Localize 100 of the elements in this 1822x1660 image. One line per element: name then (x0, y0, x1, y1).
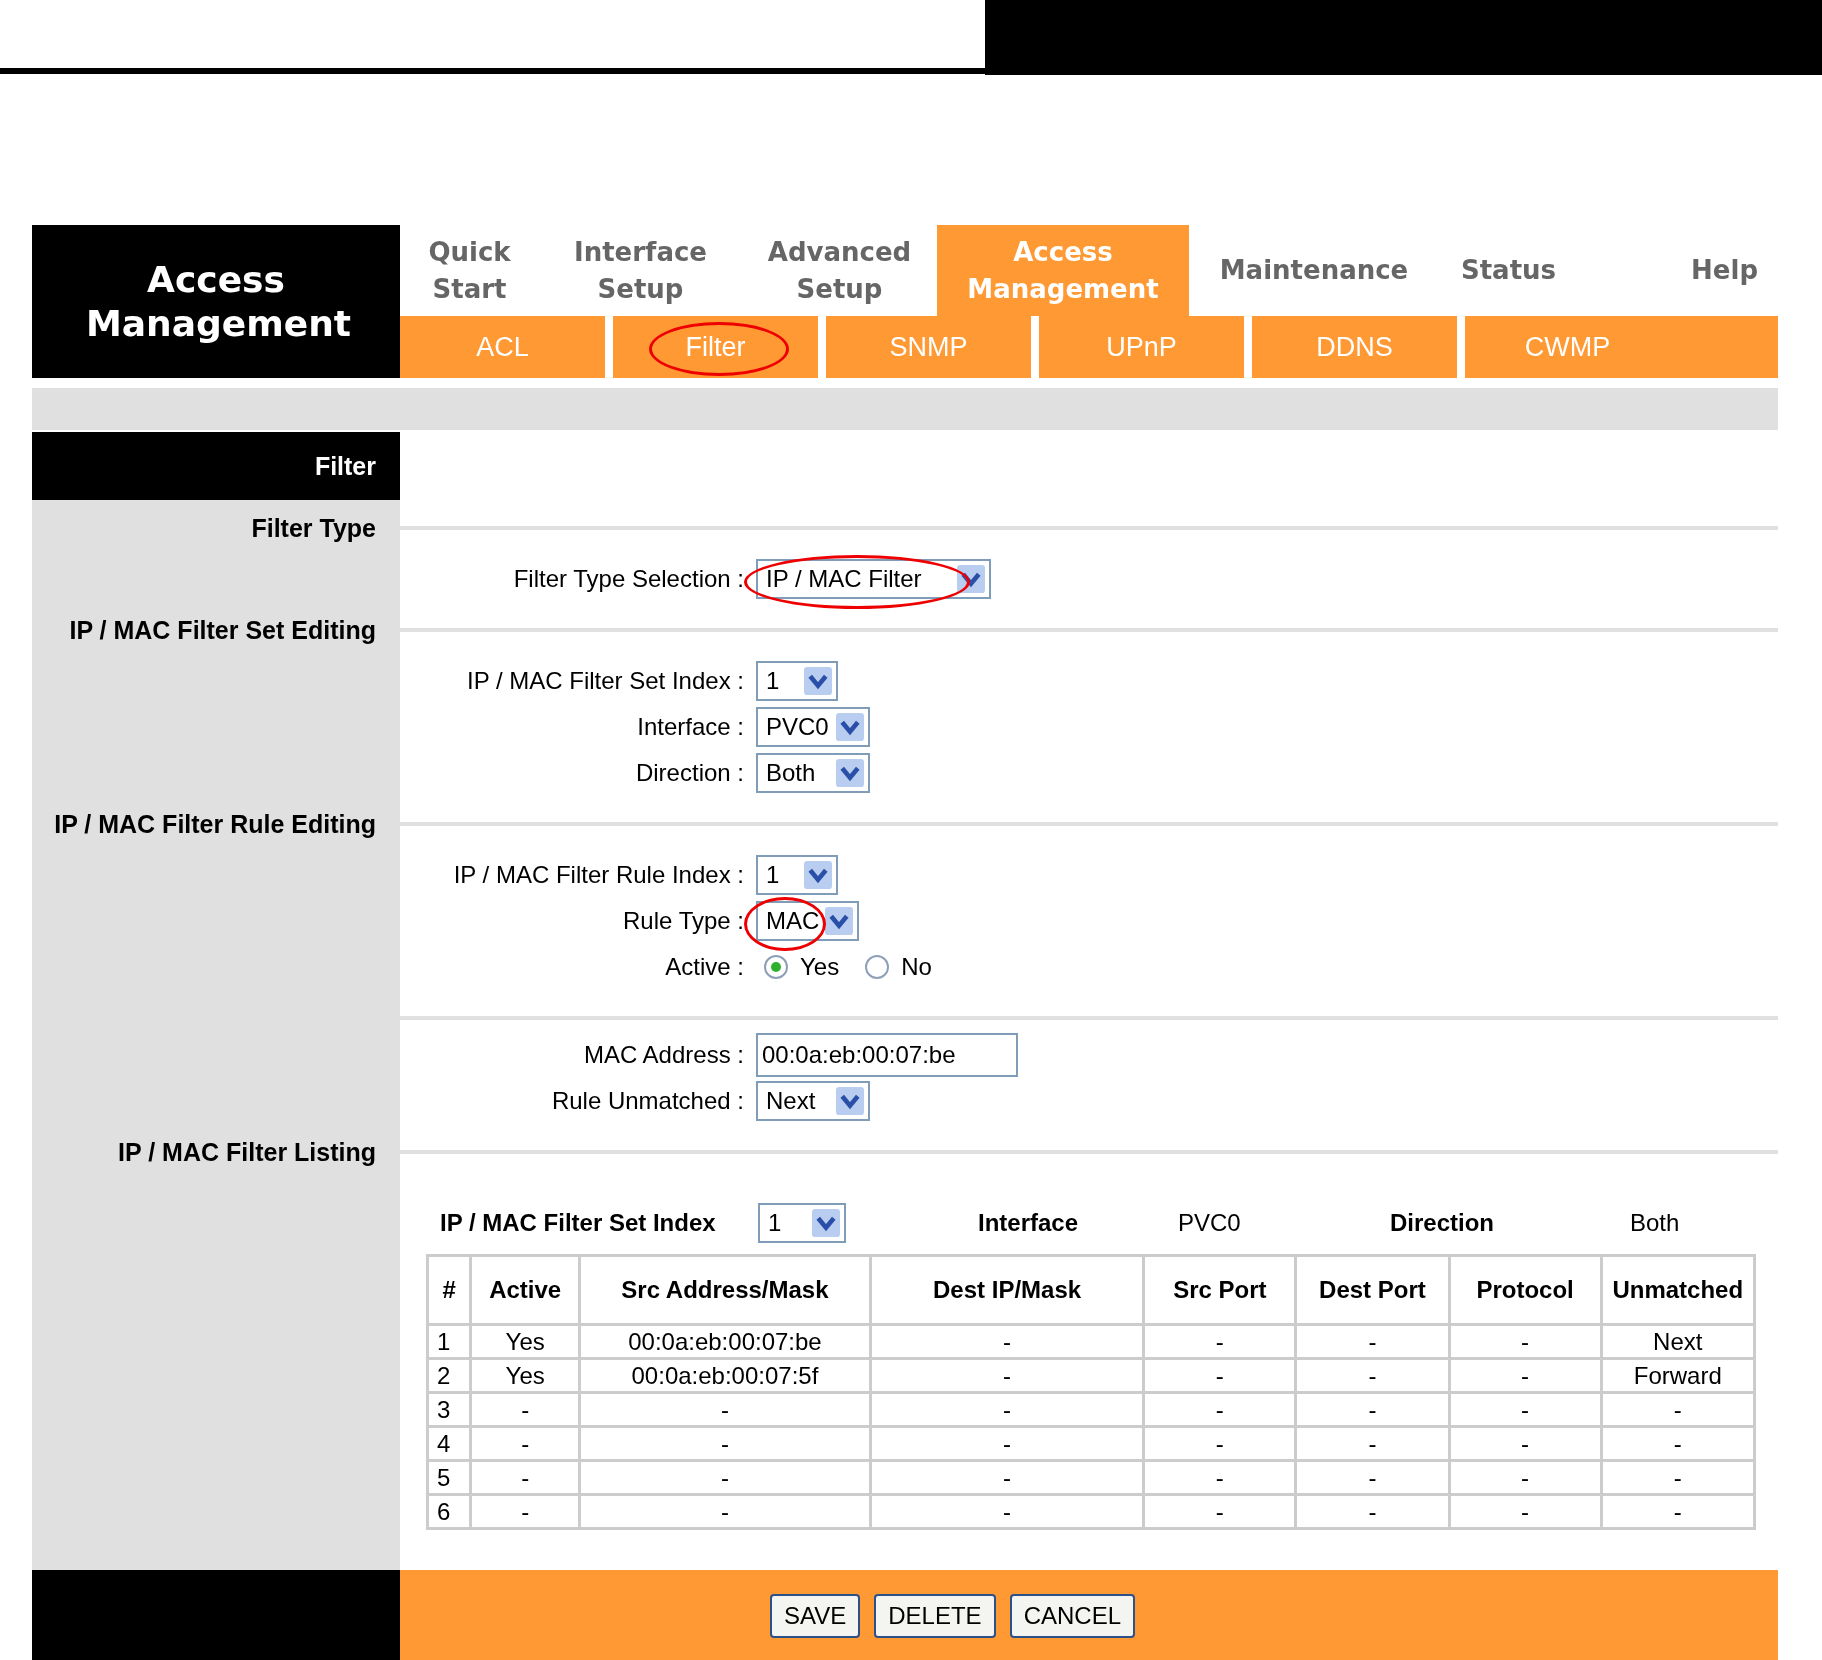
table-cell: 4 (427, 1426, 471, 1461)
dropdown[interactable]: 1 (758, 1203, 846, 1243)
table-cell: - (870, 1494, 1144, 1529)
nav-tab[interactable]: Help (1578, 225, 1778, 316)
chevron-down-icon (804, 861, 832, 889)
table-cell: - (579, 1460, 871, 1495)
table-cell: - (1449, 1392, 1602, 1427)
radio-button[interactable] (764, 955, 788, 979)
table-cell: - (1449, 1426, 1602, 1461)
table-cell: Forward (1601, 1358, 1755, 1393)
table-cell: - (1295, 1358, 1450, 1393)
table-cell: - (1295, 1392, 1450, 1427)
field-label: IP / MAC Filter Set Index : (466, 667, 745, 695)
table-cell: - (1295, 1426, 1450, 1461)
radio-label: No (901, 953, 932, 981)
field-label: MAC Address : (582, 1041, 745, 1069)
table-cell: - (1295, 1460, 1450, 1495)
column-header: # (427, 1255, 471, 1325)
column-header: Src Port (1143, 1255, 1296, 1325)
action-button[interactable]: CANCEL (1009, 1594, 1135, 1638)
action-button[interactable]: DELETE (874, 1594, 996, 1638)
table-cell: - (470, 1494, 580, 1529)
field-value: PVC0 (1178, 1209, 1242, 1237)
column-header: Unmatched (1601, 1255, 1755, 1325)
dropdown[interactable]: IP / MAC Filter (756, 559, 991, 599)
field-label: Direction : (634, 759, 745, 787)
dropdown[interactable]: Next (756, 1081, 870, 1121)
field-label: Interface : (636, 713, 745, 741)
chevron-down-icon (804, 667, 832, 695)
field-label: Direction (1390, 1209, 1495, 1237)
field-value: Both (1630, 1209, 1680, 1237)
column-header: Dest Port (1295, 1255, 1450, 1325)
nav-tab[interactable]: Interface Setup (539, 225, 742, 316)
table-cell: - (870, 1392, 1144, 1427)
field-label: Filter Type Selection : (512, 565, 745, 593)
table-cell: - (470, 1426, 580, 1461)
table-cell: - (1601, 1460, 1755, 1495)
table-cell: - (1143, 1358, 1296, 1393)
dropdown[interactable]: MAC (756, 901, 859, 941)
nav-tab[interactable]: Status (1439, 225, 1578, 316)
field-label: IP / MAC Filter Rule Index : (452, 861, 745, 889)
dropdown[interactable]: 1 (756, 661, 838, 701)
table-cell: Yes (470, 1324, 580, 1359)
chevron-down-icon (836, 713, 864, 741)
table-cell: - (1449, 1324, 1602, 1359)
table-cell: Yes (470, 1358, 580, 1393)
chevron-down-icon (957, 565, 985, 593)
table-cell: - (1143, 1494, 1296, 1529)
table-cell: - (1449, 1460, 1602, 1495)
table-cell: - (1601, 1494, 1755, 1529)
table-cell: - (870, 1460, 1144, 1495)
table-cell: - (870, 1426, 1144, 1461)
section-heading: IP / MAC Filter Set Editing (69, 615, 376, 645)
table-cell: - (579, 1494, 871, 1529)
radio-button[interactable] (865, 955, 890, 979)
table-cell: 00:0a:eb:00:07:be (579, 1324, 871, 1359)
table-cell: - (1143, 1324, 1296, 1359)
dropdown[interactable]: PVC0 (756, 707, 870, 747)
table-cell: - (579, 1426, 871, 1461)
field-label: Rule Type : (622, 907, 745, 935)
table-cell: 6 (427, 1494, 471, 1529)
table-cell: 3 (427, 1392, 471, 1427)
table-cell: - (1143, 1426, 1296, 1461)
table-cell: - (870, 1358, 1144, 1393)
table-cell: - (1143, 1460, 1296, 1495)
section-heading: IP / MAC Filter Listing (118, 1137, 376, 1167)
radio-label: Yes (800, 953, 840, 981)
table-cell: - (1143, 1392, 1296, 1427)
table-cell: 00:0a:eb:00:07:5f (579, 1358, 871, 1393)
nav-tab[interactable]: Maintenance (1189, 225, 1439, 316)
nav-tab[interactable]: Advanced Setup (742, 225, 937, 316)
table-cell: - (470, 1460, 580, 1495)
table-cell: - (1601, 1426, 1755, 1461)
dropdown[interactable]: Both (756, 753, 870, 793)
table-cell: 2 (427, 1358, 471, 1393)
column-header: Protocol (1449, 1255, 1602, 1325)
section-heading: Filter Type (251, 513, 376, 543)
dropdown[interactable]: 1 (756, 855, 838, 895)
table-cell: - (1601, 1392, 1755, 1427)
section-heading: IP / MAC Filter Rule Editing (54, 809, 376, 839)
chevron-down-icon (812, 1209, 840, 1237)
table-cell: - (579, 1392, 871, 1427)
table-cell: - (470, 1392, 580, 1427)
column-header: Active (470, 1255, 580, 1325)
table-cell: - (1295, 1324, 1450, 1359)
nav-tab[interactable]: Quick Start (400, 225, 539, 316)
field-label: Interface (978, 1209, 1080, 1237)
column-header: Dest IP/Mask (870, 1255, 1144, 1325)
table-cell: - (1295, 1494, 1450, 1529)
field-label: Rule Unmatched : (550, 1087, 745, 1115)
table-cell: - (870, 1324, 1144, 1359)
column-header: Src Address/Mask (579, 1255, 871, 1325)
table-cell: Next (1601, 1324, 1755, 1359)
chevron-down-icon (836, 759, 864, 787)
chevron-down-icon (825, 907, 853, 935)
input-field[interactable]: 00:0a:eb:00:07:be (756, 1033, 1018, 1077)
panel-title: Filter (314, 451, 376, 481)
table-cell: 1 (427, 1324, 471, 1359)
action-button[interactable]: SAVE (770, 1594, 861, 1638)
table-cell: - (1449, 1494, 1602, 1529)
